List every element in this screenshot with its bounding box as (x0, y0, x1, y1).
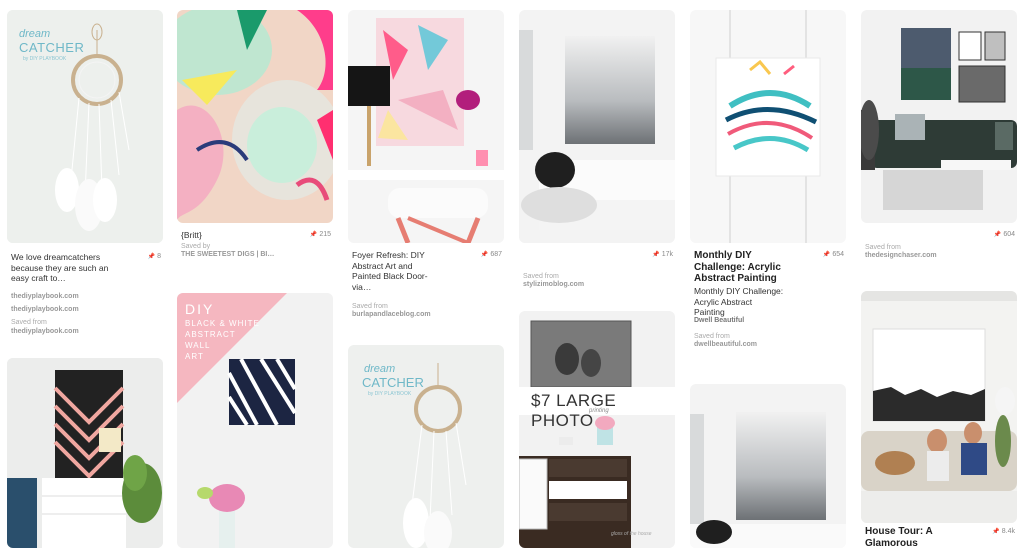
pin-icon: 📌 (993, 232, 1002, 238)
save-count-value: 17k (661, 251, 673, 258)
pin-description: Foyer Refresh: DIY Abstract Art and Pain… (352, 250, 428, 292)
pin-icon: 📌 (147, 254, 156, 260)
save-count-value: 8.4k (1001, 528, 1015, 535)
pin-icon: 📌 (652, 252, 660, 258)
living-room-image (861, 10, 1017, 223)
save-count-value: 8 (157, 253, 161, 260)
pin-image[interactable]: dream CATCHER by DIY PLAYBOOK (7, 10, 163, 243)
save-count-value: 604 (1003, 231, 1015, 238)
pin-source[interactable]: dwellbeautiful.com (694, 340, 757, 350)
pin-source-2[interactable]: thediyplaybook.com (11, 305, 79, 315)
save-count: 📌 654 (823, 250, 844, 260)
pin-source[interactable]: thedesignchaser.com (865, 251, 937, 261)
pin-image[interactable]: dream CATCHER by DIY PLAYBOOK (348, 345, 504, 548)
grey-abstract-room-image (690, 384, 846, 548)
save-count-value: 687 (490, 251, 502, 258)
save-count: 📌 687 (481, 250, 502, 260)
watermark: gloss of the house (611, 531, 652, 537)
diy-subtitle-2: ABSTRACT (185, 330, 236, 339)
pin-icon: 📌 (480, 252, 489, 258)
pin-image[interactable] (690, 384, 846, 548)
grey-abstract-room-image (519, 10, 675, 243)
save-count-value: 654 (832, 251, 844, 258)
pin-image[interactable] (177, 10, 333, 223)
chevron-room-image (7, 358, 163, 548)
diy-subtitle-1: BLACK & WHITE (185, 319, 260, 328)
pin-description: Monthly DIY Challenge: Acrylic Abstract … (694, 250, 781, 284)
diy-subtitle-4: ART (185, 352, 204, 361)
pin-description: House Tour: A Glamorous (865, 526, 933, 549)
byline-text: by DIY PLAYBOOK (368, 391, 412, 397)
save-count: 📌 8.4k (992, 527, 1015, 537)
pin-board[interactable]: Dwell Beautiful (694, 316, 744, 326)
save-count: 📌 8 (148, 252, 161, 262)
pin-icon: 📌 (992, 529, 1000, 535)
pin-description: We love dreamcatchers because they are s… (11, 252, 109, 283)
dream-script: dream (19, 28, 51, 40)
catcher-text: CATCHER (362, 375, 424, 390)
pin-icon: 📌 (309, 232, 318, 238)
pin-source-3[interactable]: thediyplaybook.com (11, 327, 79, 337)
dream-script: dream (364, 363, 396, 375)
catcher-text: CATCHER (19, 40, 85, 55)
pin-image[interactable] (519, 10, 675, 243)
pin-image[interactable] (690, 10, 846, 243)
foyer-image (348, 10, 504, 243)
pin-icon: 📌 (822, 252, 831, 258)
diy-subtitle-3: WALL (185, 341, 211, 350)
diy-title: DIY (185, 301, 215, 317)
pin-source[interactable]: burlapandlaceblog.com (352, 310, 431, 320)
pin-image[interactable]: DIY BLACK & WHITE ABSTRACT WALL ART (177, 293, 333, 548)
pin-image[interactable]: $7 LARGE PHOTO printing gloss of the hou… (519, 311, 675, 548)
pin-image[interactable] (7, 358, 163, 548)
save-count-value: 215 (319, 231, 331, 238)
save-count: 📌 17k (652, 250, 673, 260)
abstract-painting-image (177, 10, 333, 223)
photo-banner-sub: printing (589, 408, 609, 414)
acrylic-painting-image (690, 10, 846, 243)
save-count: 📌 604 (994, 230, 1015, 240)
pin-description: {Britt} (181, 230, 202, 240)
house-tour-image (861, 291, 1017, 523)
saved-by-board[interactable]: THE SWEETEST DIGS | BI… (181, 250, 274, 260)
pin-subtitle: Monthly DIY Challenge: Acrylic Abstract … (694, 286, 784, 317)
pin-source[interactable]: stylizimoblog.com (523, 280, 584, 290)
byline-text: by DIY PLAYBOOK (23, 56, 67, 62)
pin-source[interactable]: thediyplaybook.com (11, 292, 79, 302)
pin-image[interactable] (861, 291, 1017, 523)
save-count: 📌 215 (310, 230, 331, 240)
pin-image[interactable] (861, 10, 1017, 223)
pin-image[interactable] (348, 10, 504, 243)
